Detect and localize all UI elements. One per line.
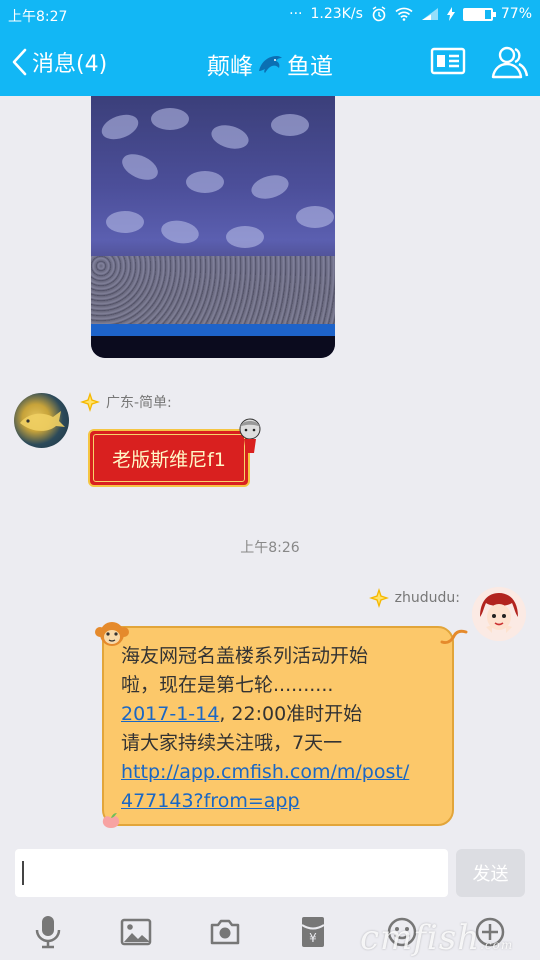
watermark-text: cmfish bbox=[360, 918, 481, 958]
group-members-icon[interactable] bbox=[490, 44, 530, 80]
chat-title-right: 鱼道 bbox=[287, 54, 333, 80]
incoming-message-bubble[interactable]: 老版斯维尼f1 bbox=[88, 429, 250, 487]
incoming-sender: 广东-简单: bbox=[80, 392, 172, 412]
sticker-character-icon bbox=[239, 418, 261, 453]
battery-percent: 77% bbox=[500, 6, 532, 22]
aquarium-photo[interactable] bbox=[91, 96, 335, 358]
message-timestamp: 上午8:26 bbox=[240, 540, 300, 556]
status-dots: ··· bbox=[289, 6, 303, 22]
svg-text:¥: ¥ bbox=[309, 931, 317, 945]
signal-icon bbox=[421, 8, 438, 20]
dolphin-icon bbox=[259, 56, 282, 73]
watermark: cmfish.com bbox=[360, 918, 513, 958]
url-line-2: 477143?from=app bbox=[121, 787, 438, 816]
status-bar: 上午8:27 ··· 1.23K/s 77% bbox=[0, 0, 540, 30]
message-line-3: 2017-1-14, 22:00准时开始 bbox=[121, 700, 438, 729]
message-line-4: 请大家持续关注哦，7天一 bbox=[121, 732, 343, 754]
battery-icon bbox=[462, 7, 496, 21]
status-right: ··· 1.23K/s 77% bbox=[289, 6, 532, 22]
post-url-link-1[interactable]: http://app.cmfish.com/m/post/ bbox=[121, 761, 409, 783]
message-input[interactable] bbox=[15, 849, 448, 897]
message-line-2: 啦，现在是第七轮.......... bbox=[121, 674, 334, 696]
date-link[interactable]: 2017-1-14 bbox=[121, 703, 219, 725]
text-caret bbox=[22, 861, 24, 885]
url-line-1: http://app.cmfish.com/m/post/ bbox=[121, 758, 438, 787]
camera-icon[interactable] bbox=[207, 914, 243, 950]
chat-title-left: 颠峰 bbox=[207, 54, 253, 80]
charging-icon bbox=[446, 7, 455, 21]
image-icon[interactable] bbox=[118, 914, 154, 950]
red-packet-icon[interactable]: ¥ bbox=[295, 914, 331, 950]
outgoing-sender-name: zhududu: bbox=[394, 590, 460, 606]
watermark-suffix: .com bbox=[480, 938, 514, 952]
wifi-icon bbox=[395, 7, 413, 21]
microphone-icon[interactable] bbox=[30, 914, 66, 950]
message-line-3-rest: , 22:00准时开始 bbox=[219, 703, 363, 725]
sparkle-icon bbox=[80, 392, 100, 412]
goldfish-icon bbox=[20, 411, 65, 431]
sender-avatar[interactable] bbox=[14, 393, 69, 448]
my-avatar[interactable] bbox=[472, 587, 526, 641]
incoming-message-text: 老版斯维尼f1 bbox=[112, 448, 226, 471]
status-time: 上午8:27 bbox=[8, 9, 68, 25]
tail-decoration-icon bbox=[440, 629, 468, 644]
send-button[interactable]: 发送 bbox=[456, 849, 525, 897]
outgoing-sender: zhududu: bbox=[368, 588, 460, 608]
input-bar: 发送 bbox=[0, 838, 540, 908]
cartoon-girl-icon bbox=[472, 587, 526, 641]
network-speed: 1.23K/s bbox=[310, 6, 363, 22]
title-bar: 消息(4) 颠峰 鱼道 bbox=[0, 30, 540, 96]
incoming-sender-name: 广东-简单: bbox=[106, 395, 172, 411]
message-line-1: 海友网冠名盖楼系列活动开始 bbox=[121, 645, 369, 667]
sparkle-icon bbox=[368, 588, 389, 608]
monkey-bubble-decoration-icon bbox=[95, 622, 129, 646]
post-url-link-2[interactable]: 477143?from=app bbox=[121, 790, 300, 812]
outgoing-message-bubble[interactable]: 海友网冠名盖楼系列活动开始 啦，现在是第七轮.......... 2017-1-… bbox=[102, 626, 454, 826]
peach-decoration-icon bbox=[102, 813, 120, 828]
alarm-icon bbox=[372, 6, 386, 22]
profile-card-icon[interactable] bbox=[430, 44, 466, 78]
